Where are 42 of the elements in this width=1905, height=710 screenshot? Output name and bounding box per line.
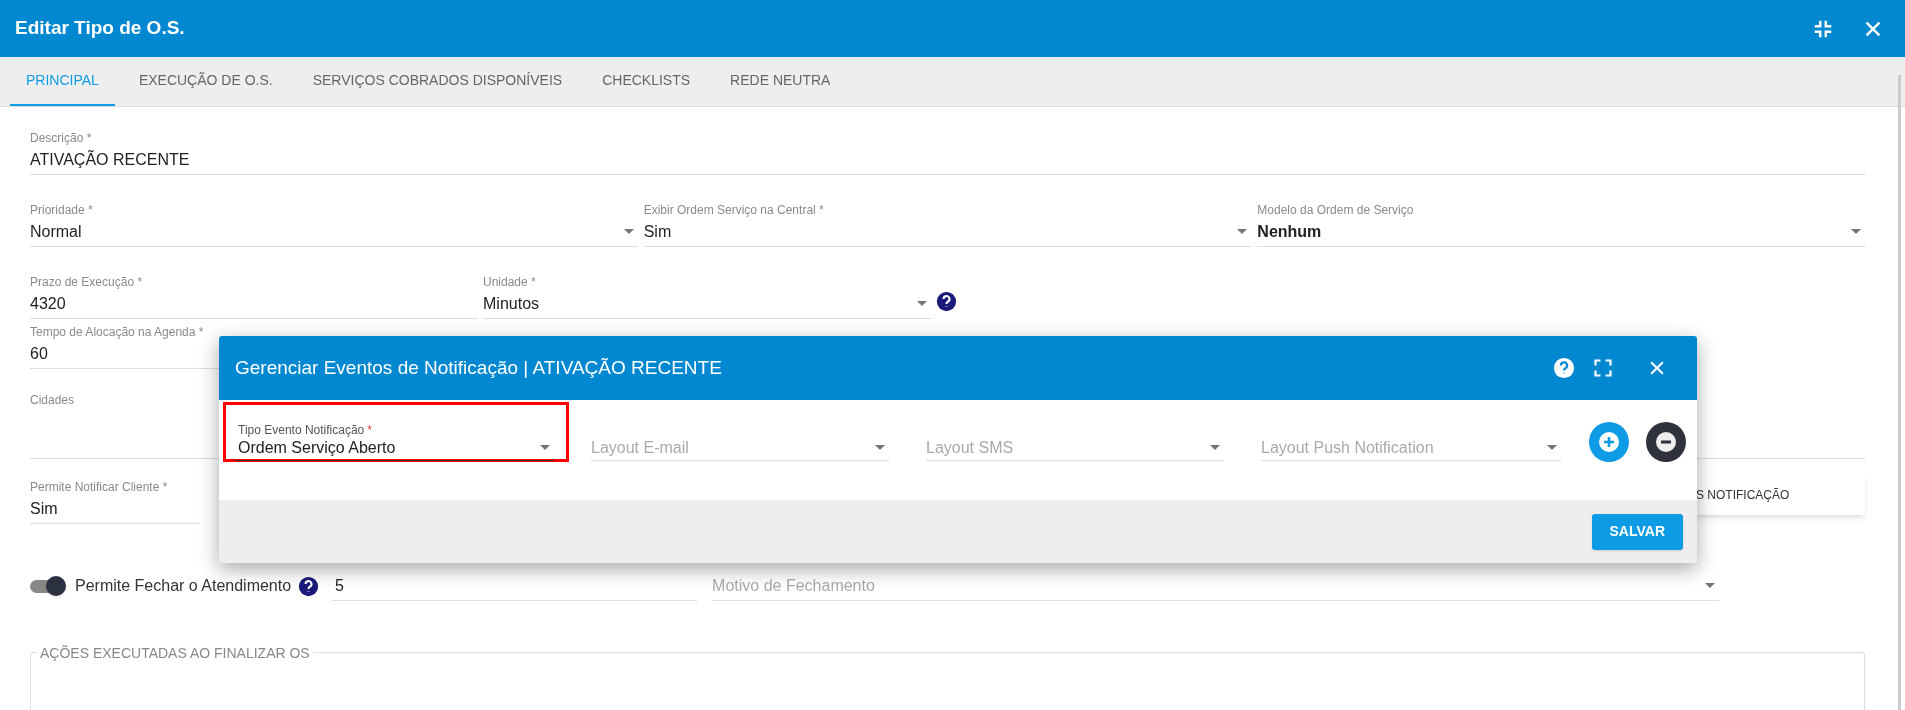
help-icon[interactable] — [936, 291, 957, 312]
select-field[interactable]: Normal — [30, 217, 638, 247]
select-field[interactable]: Minutos — [483, 289, 931, 319]
tab[interactable]: SERVIÇOS COBRADOS DISPONÍVEIS — [296, 57, 579, 106]
tab[interactable]: EXECUÇÃO DE O.S. — [122, 57, 289, 106]
section-title: AÇÕES EXECUTADAS AO FINALIZAR OS — [37, 643, 313, 664]
select-field[interactable]: Sim — [643, 217, 1252, 247]
field-label: Exibir Ordem Serviço na Central * — [643, 202, 825, 217]
scrollbar[interactable] — [1898, 75, 1901, 710]
field-label: Prazo de Execução * — [30, 274, 144, 289]
field-label: Tempo de Alocação na Agenda * — [30, 324, 205, 339]
field-label: Permite Notificar Cliente * — [30, 479, 169, 494]
field-label: Descrição * — [30, 130, 93, 145]
select-field[interactable]: Nenhum — [1257, 217, 1865, 247]
add-button[interactable] — [1589, 422, 1629, 462]
dropdown-caret-icon — [1210, 445, 1220, 450]
window-title: Editar Tipo de O.S. — [15, 16, 185, 41]
field-label: Modelo da Ordem de Serviço — [1257, 202, 1415, 217]
dropdown-caret-icon — [1851, 229, 1861, 234]
toggle-label: Permite Fechar o Atendimento — [75, 576, 292, 596]
dropdown-caret-icon — [623, 229, 634, 234]
field-label: Tipo Evento Notificação * — [238, 422, 373, 435]
dropdown-caret-icon — [540, 445, 550, 450]
field-label: Cidades — [30, 392, 76, 407]
input-field[interactable]: 4320 — [30, 289, 478, 319]
dropdown-caret-icon — [875, 445, 885, 450]
toggle-switch[interactable] — [30, 576, 66, 596]
fullscreen-icon[interactable] — [1593, 358, 1613, 378]
tab[interactable]: CHECKLISTS — [586, 57, 707, 106]
field-label: Unidade * — [483, 274, 537, 289]
modal-title: Gerenciar Eventos de Notificação | ATIVAÇÃO RECENTE — [235, 355, 722, 380]
remove-button[interactable] — [1646, 422, 1686, 462]
input-field[interactable]: ATIVAÇÃO RECENTE — [30, 145, 1865, 175]
dropdown-caret-icon — [1237, 229, 1248, 234]
field-label: Prioridade * — [30, 202, 94, 217]
input-field[interactable]: 5 — [332, 571, 698, 601]
tab[interactable]: REDE NEUTRA — [714, 57, 847, 106]
dropdown-caret-icon — [1705, 583, 1716, 588]
input-field[interactable]: Sim — [30, 494, 200, 524]
dropdown-caret-icon — [1547, 445, 1557, 450]
dropdown-caret-icon — [917, 301, 927, 306]
help-icon[interactable] — [298, 575, 320, 597]
